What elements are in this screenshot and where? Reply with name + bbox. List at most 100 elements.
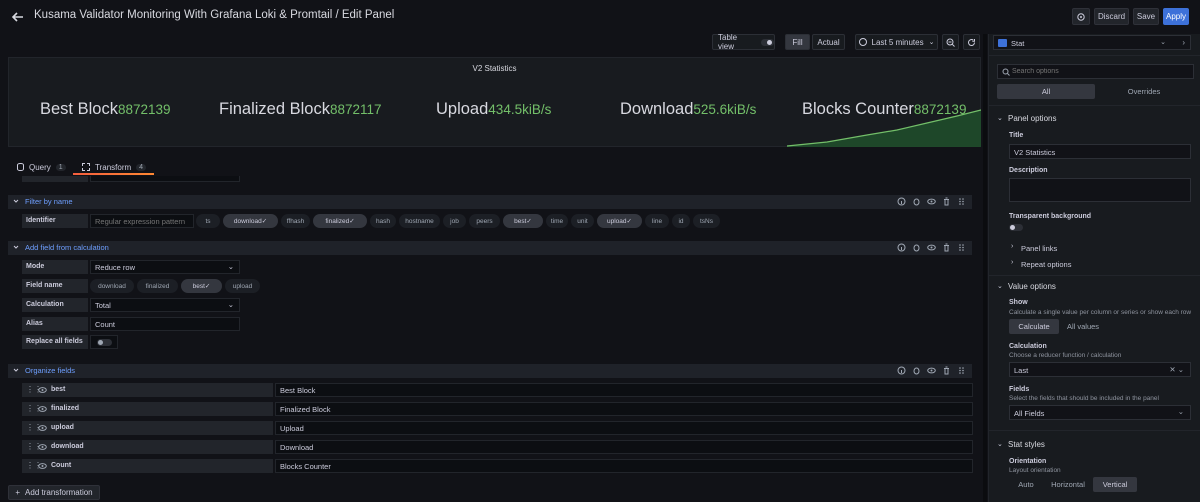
settings-button[interactable] [1072, 8, 1090, 25]
field-chip[interactable]: id [672, 214, 690, 228]
search-options[interactable] [997, 64, 1194, 79]
orientation-auto[interactable]: Auto [1009, 477, 1043, 492]
orientation-vertical[interactable]: Vertical [1093, 477, 1137, 492]
organize-rename-input[interactable]: Blocks Counter [275, 459, 973, 473]
field-name-label: Field name [22, 279, 88, 293]
drag-handle-icon[interactable] [957, 243, 966, 252]
fill-button[interactable]: Fill [785, 34, 810, 50]
add-transformation-button[interactable]: + Add transformation [8, 485, 100, 500]
field-chip[interactable]: job [443, 214, 466, 228]
eye-icon[interactable] [927, 197, 936, 206]
discard-button[interactable]: Discard [1094, 8, 1129, 25]
organize-row: ⋮⋮ Count Blocks Counter [22, 459, 973, 473]
check-icon: ✓ [261, 218, 268, 225]
field-chip[interactable]: upload [225, 279, 260, 293]
fields-select[interactable]: All Fields ⌄ [1009, 405, 1191, 420]
calculation-select[interactable]: Total ⌄ [90, 298, 240, 312]
tab-transform[interactable]: Transform 4 [82, 161, 147, 173]
field-chip-label: ffhash [286, 217, 305, 225]
trash-icon[interactable] [942, 366, 951, 375]
field-chip[interactable]: line [645, 214, 669, 228]
search-input[interactable] [1012, 66, 1182, 77]
show-calculate[interactable]: Calculate [1009, 319, 1059, 334]
stat-styles-heading[interactable]: Stat styles [1008, 440, 1045, 449]
field-chip[interactable]: upload ✓ [597, 214, 642, 228]
eye-icon[interactable] [38, 424, 47, 432]
eye-icon[interactable] [38, 386, 47, 394]
clear-icon[interactable]: ✕ ⌄ [1169, 365, 1184, 374]
visualization-picker[interactable]: Stat ⌄ › [993, 35, 1191, 50]
trash-icon[interactable] [942, 243, 951, 252]
field-chip-label: tsNs [700, 217, 713, 225]
field-chip[interactable]: best ✓ [503, 214, 543, 228]
field-chip[interactable]: download ✓ [223, 214, 278, 228]
title-input[interactable]: V2 Statistics [1009, 144, 1191, 159]
active-tab-indicator [73, 173, 154, 175]
mode-select[interactable]: Reduce row ⌄ [90, 260, 240, 274]
eye-icon[interactable] [38, 405, 47, 413]
apply-button[interactable]: Apply [1163, 8, 1189, 25]
calculation-select[interactable]: Last ✕ ⌄ [1009, 362, 1191, 377]
calculation-value: Last [1014, 366, 1029, 375]
replace-all-toggle[interactable] [90, 335, 118, 349]
organize-rename-input[interactable]: Download [275, 440, 973, 454]
field-chip[interactable]: tsNs [693, 214, 720, 228]
info-icon[interactable] [897, 243, 906, 252]
eye-icon[interactable] [927, 366, 936, 375]
tab-all[interactable]: All [997, 84, 1095, 99]
info-icon[interactable] [897, 197, 906, 206]
bug-icon[interactable] [912, 243, 921, 252]
field-chip[interactable]: ffhash [281, 214, 310, 228]
tab-query[interactable]: Query 1 [17, 161, 66, 173]
eye-icon[interactable] [927, 243, 936, 252]
filter-by-name-header[interactable]: Filter by name [8, 195, 972, 209]
drag-handle-icon[interactable] [957, 197, 966, 206]
organize-rename-input[interactable]: Finalized Block [275, 402, 973, 416]
zoom-out-button[interactable] [942, 34, 959, 50]
field-chip[interactable]: ts [196, 214, 220, 228]
field-chip[interactable]: hostname [399, 214, 440, 228]
scrollbar[interactable] [983, 34, 987, 502]
organize-fields-header[interactable]: Organize fields [8, 364, 972, 378]
field-chip[interactable]: download [90, 279, 134, 293]
eye-icon[interactable] [38, 462, 47, 470]
organize-field-cell: ⋮⋮ upload [22, 421, 273, 435]
value-options-heading[interactable]: Value options [1008, 282, 1056, 291]
drag-handle-icon[interactable] [957, 366, 966, 375]
field-chip[interactable]: unit [571, 214, 594, 228]
actual-button[interactable]: Actual [812, 34, 845, 50]
info-icon[interactable] [897, 366, 906, 375]
time-range-picker[interactable]: Last 5 minutes ⌄ [855, 34, 938, 50]
bug-icon[interactable] [912, 366, 921, 375]
trash-icon[interactable] [942, 197, 951, 206]
alias-input[interactable]: Count [90, 317, 240, 331]
field-chip[interactable]: finalized ✓ [313, 214, 367, 228]
refresh-button[interactable] [963, 34, 980, 50]
organize-rename-input[interactable]: Upload [275, 421, 973, 435]
repeat-options[interactable]: Repeat options [1021, 260, 1071, 269]
chevron-right-icon[interactable]: › [1182, 38, 1185, 47]
field-chip[interactable]: best ✓ [181, 279, 222, 293]
save-button[interactable]: Save [1133, 8, 1159, 25]
orientation-horizontal[interactable]: Horizontal [1043, 477, 1093, 492]
show-all-values[interactable]: All values [1059, 319, 1107, 334]
identifier-input[interactable] [90, 214, 194, 228]
transparent-toggle[interactable] [1009, 224, 1023, 231]
eye-icon[interactable] [38, 443, 47, 451]
add-field-header[interactable]: Add field from calculation [8, 241, 972, 255]
panel-links[interactable]: Panel links [1021, 244, 1057, 253]
bug-icon[interactable] [912, 197, 921, 206]
field-chip-label: best [514, 217, 527, 225]
field-chip[interactable]: hash [370, 214, 396, 228]
panel-options-heading[interactable]: Panel options [1008, 114, 1056, 123]
field-chip[interactable]: peers [469, 214, 500, 228]
arrow-left-icon[interactable] [10, 9, 26, 25]
organize-rename-input[interactable]: Best Block [275, 383, 973, 397]
field-chip-label: hash [375, 217, 391, 225]
tab-overrides[interactable]: Overrides [1095, 84, 1193, 99]
calculation-description: Choose a reducer function / calculation [1009, 352, 1122, 359]
field-chip[interactable]: finalized [137, 279, 178, 293]
table-view-toggle[interactable]: Table view [712, 33, 775, 51]
field-chip[interactable]: time [546, 214, 568, 228]
description-input[interactable] [1009, 178, 1191, 202]
